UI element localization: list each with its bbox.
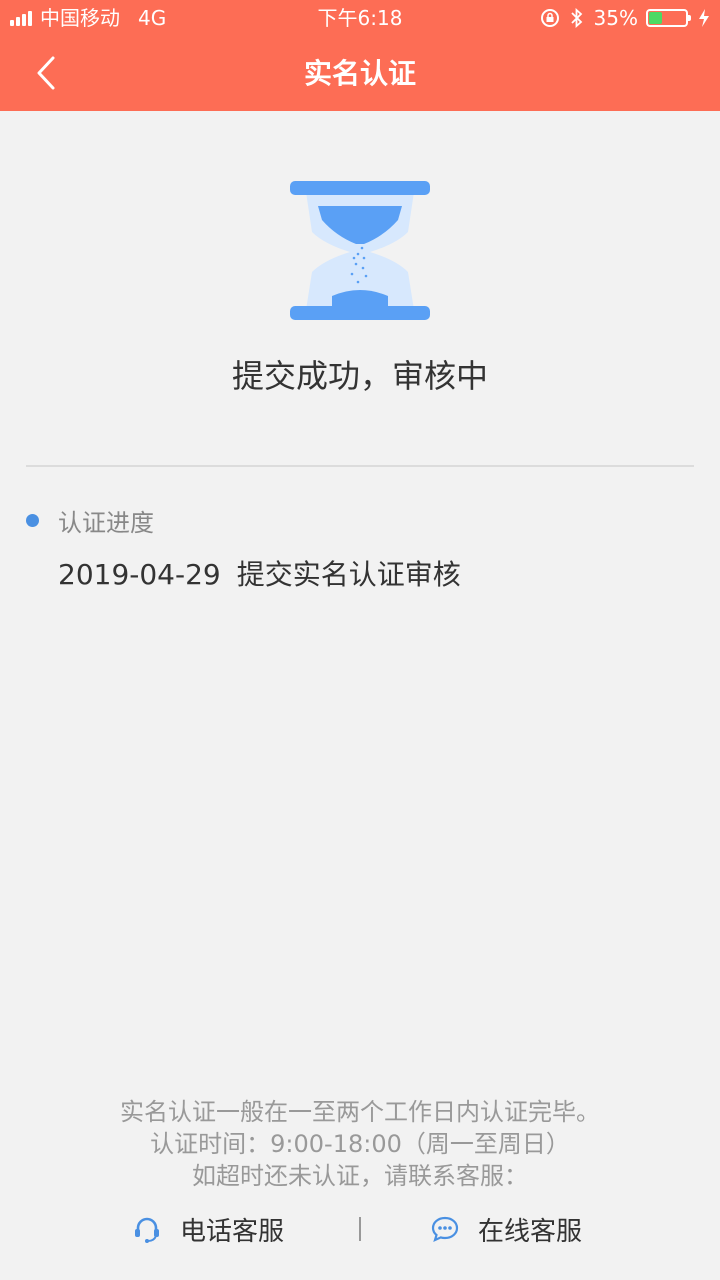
divider [26,465,694,467]
entry-date: 2019-04-29 [58,558,221,591]
timeline-dot [26,513,39,527]
footer-note: 实名认证一般在一至两个工作日内认证完毕。 认证时间：9:00-18:00（周一至… [0,1096,720,1192]
progress-entry: 2019-04-29 提交实名认证审核 [58,555,461,595]
nav-bar: 实名认证 [0,36,720,111]
online-service-button[interactable]: 在线客服 [430,1205,582,1253]
progress-label: 认证进度 [58,508,154,537]
screen: 中国移动 4G 下午6:18 35% 实名认证 提交成功，审核中 认证进度 20… [0,0,720,1280]
footer-line: 实名认证一般在一至两个工作日内认证完毕。 [120,1098,600,1126]
battery-icon [646,9,691,27]
service-bar: 电话客服 在线客服 [0,1205,720,1253]
charging-icon [698,8,710,28]
chat-bubble-icon [430,1214,460,1244]
bluetooth-icon [570,8,584,28]
battery-percent: 35% [593,6,638,30]
status-bar: 中国移动 4G 下午6:18 35% [0,0,720,36]
result-title: 提交成功，审核中 [231,357,488,395]
phone-service-button[interactable]: 电话客服 [132,1205,284,1253]
entry-text: 提交实名认证审核 [236,558,461,591]
footer-line: 认证时间：9:00-18:00（周一至周日） [150,1130,570,1158]
hourglass-icon [290,181,430,320]
service-separator [359,1217,361,1241]
progress-header: 认证进度 [26,500,154,540]
headset-icon [132,1214,162,1244]
footer-line: 如超时还未认证，请联系客服： [192,1162,528,1190]
online-service-label: 在线客服 [478,1216,583,1247]
rotation-lock-icon [540,8,560,28]
phone-service-label: 电话客服 [180,1216,285,1247]
status-right: 35% [530,0,710,36]
header: 中国移动 4G 下午6:18 35% 实名认证 [0,0,720,111]
battery-fill [649,12,662,24]
page-title: 实名认证 [303,57,416,90]
